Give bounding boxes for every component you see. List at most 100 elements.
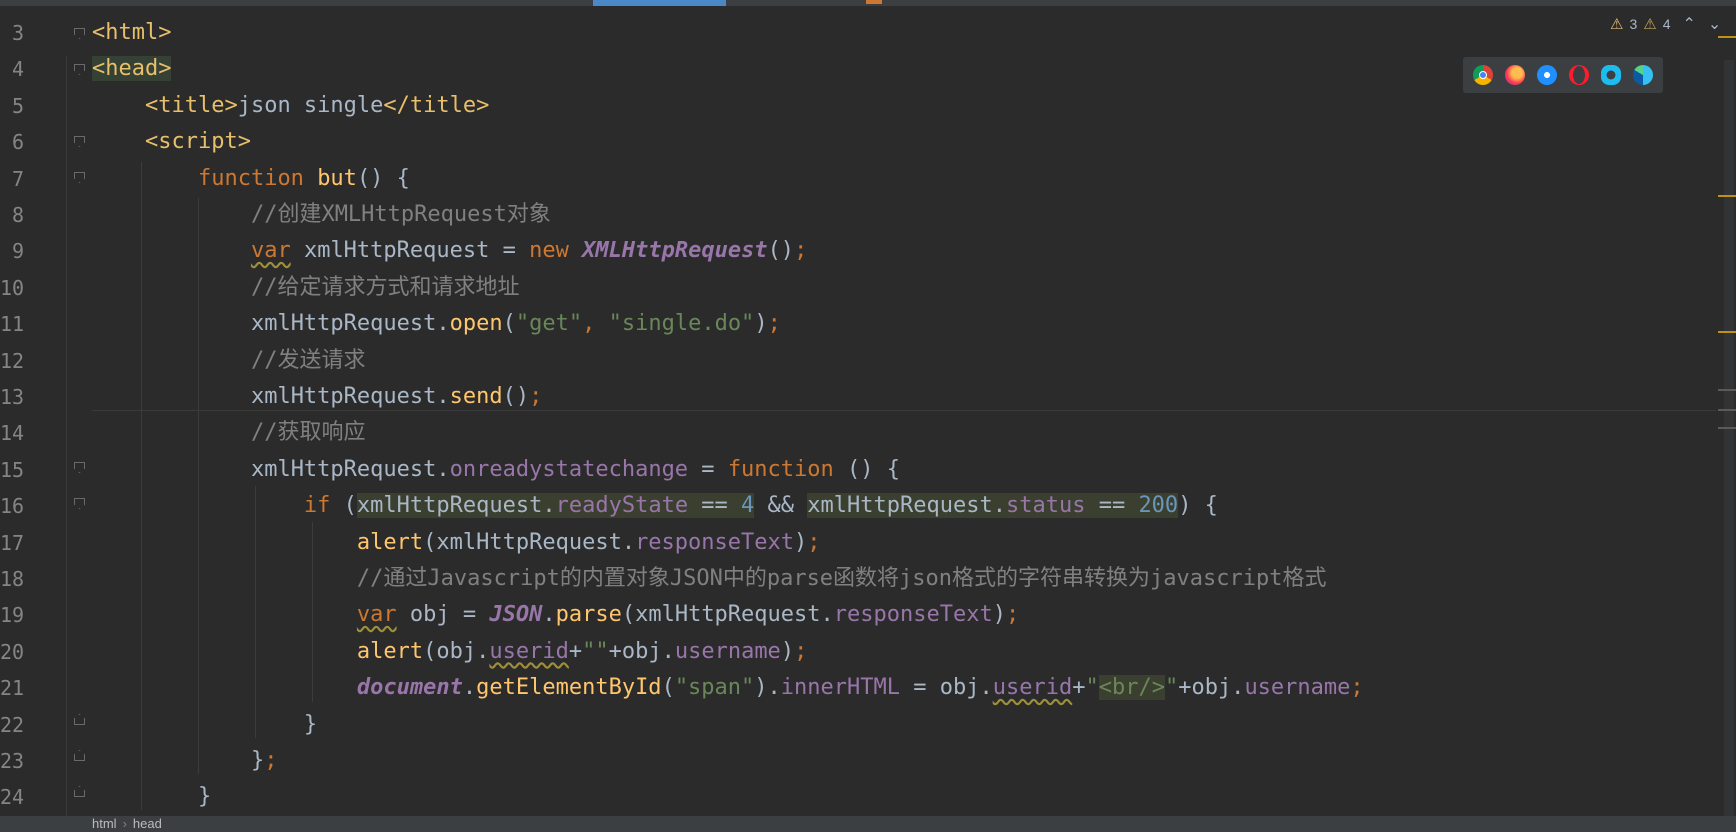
- code-token: }: [303, 711, 318, 737]
- line-number: 19: [0, 603, 25, 628]
- code-token: ;: [794, 238, 808, 264]
- chrome-icon[interactable]: [1473, 65, 1493, 85]
- code-line[interactable]: xmlHttpRequest.onreadystatechange = func…: [92, 452, 900, 488]
- code-token: xmlHttpRequest.: [356, 493, 556, 519]
- breadcrumb-item-html[interactable]: html: [92, 816, 117, 831]
- line-number: 5: [11, 93, 24, 118]
- code-token: "": [582, 638, 609, 664]
- code-token: <br/>: [1098, 675, 1165, 701]
- code-token: 200: [1138, 493, 1179, 519]
- breadcrumb-item-head[interactable]: head: [133, 816, 162, 831]
- code-token: //通过Javascript的内置对象JSON中的parse函数将json格式的…: [356, 566, 1327, 591]
- code-line[interactable]: //通过Javascript的内置对象JSON中的parse函数将json格式的…: [92, 561, 1327, 597]
- chevron-up-icon[interactable]: ⌃: [1683, 14, 1696, 34]
- code-token: innerHTML: [780, 675, 901, 701]
- code-line[interactable]: <head>: [92, 51, 172, 87]
- code-token: "span": [674, 675, 755, 701]
- code-token: =: [688, 456, 728, 482]
- code-token: 4: [741, 493, 755, 519]
- line-number: 23: [0, 749, 25, 773]
- code-token: xmlHttpRequest.: [250, 456, 450, 482]
- code-token: //发送请求: [250, 347, 366, 373]
- scroll-marker[interactable]: [1718, 36, 1736, 38]
- vertical-scrollbar[interactable]: [1724, 60, 1734, 820]
- code-token: (: [661, 675, 675, 701]
- code-token: ==: [688, 493, 742, 519]
- chevron-down-icon[interactable]: ⌄: [1708, 14, 1721, 34]
- opera-icon[interactable]: [1569, 65, 1589, 85]
- code-line[interactable]: function but() {: [92, 161, 410, 197]
- code-token: }: [197, 784, 212, 810]
- line-number: 20: [0, 639, 25, 664]
- code-token: readyState: [555, 493, 689, 519]
- code-token: <title>: [144, 92, 238, 118]
- code-line[interactable]: }: [92, 779, 211, 815]
- code-line[interactable]: xmlHttpRequest.open("get", "single.do");: [92, 306, 781, 342]
- active-editor-tab[interactable]: [593, 0, 726, 6]
- code-token: but: [317, 165, 357, 191]
- line-number: 16: [0, 494, 25, 519]
- code-line[interactable]: <title>json single</title>: [92, 88, 489, 124]
- code-token: userid: [489, 638, 569, 664]
- code-line[interactable]: //获取响应: [92, 415, 366, 451]
- code-token: = obj.: [900, 675, 993, 701]
- code-line[interactable]: xmlHttpRequest.send();: [92, 379, 542, 415]
- code-line[interactable]: };: [92, 743, 278, 779]
- inspection-widget[interactable]: ⚠ 3 ⚠ 4 ⌃ ⌄: [1610, 12, 1721, 36]
- code-line[interactable]: if (xmlHttpRequest.readyState == 4 && xm…: [92, 488, 1218, 524]
- code-line[interactable]: document.getElementById("span").innerHTM…: [92, 670, 1364, 706]
- code-token: status: [1005, 493, 1086, 519]
- scroll-marker[interactable]: [1718, 427, 1736, 429]
- code-line[interactable]: var obj = JSON.parse(xmlHttpRequest.resp…: [92, 597, 1019, 633]
- code-line[interactable]: //发送请求: [92, 343, 366, 379]
- scroll-marker[interactable]: [1718, 409, 1736, 411]
- code-token: obj =: [396, 602, 490, 628]
- safari-icon[interactable]: [1537, 65, 1557, 85]
- line-number: 18: [0, 567, 25, 591]
- scroll-marker[interactable]: [1718, 195, 1736, 197]
- code-token: alert: [356, 638, 424, 664]
- code-line[interactable]: }: [92, 707, 317, 743]
- code-line[interactable]: <html>: [92, 15, 171, 51]
- scroll-marker[interactable]: [1718, 331, 1736, 333]
- code-token: XMLHttpRequest: [582, 238, 768, 264]
- code-token: (obj.: [423, 638, 490, 664]
- line-number: 9: [11, 239, 24, 264]
- code-token: parse: [555, 602, 622, 628]
- breadcrumb-separator: ›: [122, 816, 127, 831]
- code-token: ) {: [1178, 493, 1218, 519]
- editor-tab-marker[interactable]: [866, 0, 882, 4]
- code-token: ): [754, 311, 768, 337]
- firefox-icon[interactable]: [1505, 65, 1525, 85]
- code-line[interactable]: //创建XMLHttpRequest对象: [92, 197, 551, 233]
- code-token: "get": [515, 311, 583, 337]
- code-line[interactable]: //给定请求方式和请求地址: [92, 270, 520, 306]
- code-line[interactable]: alert(xmlHttpRequest.responseText);: [92, 525, 821, 561]
- code-token: ==: [1085, 493, 1139, 519]
- code-token: ): [780, 638, 795, 664]
- scroll-marker[interactable]: [1718, 389, 1736, 391]
- code-token: <html>: [92, 20, 172, 45]
- code-token: "single.do": [608, 311, 755, 337]
- code-line[interactable]: <script>: [92, 124, 251, 160]
- code-token: ): [794, 529, 808, 555]
- code-line[interactable]: alert(obj.userid+""+obj.username);: [92, 634, 807, 670]
- code-token: function: [197, 165, 304, 191]
- edge-icon[interactable]: [1633, 65, 1653, 85]
- code-token: var: [356, 602, 397, 628]
- ie-icon[interactable]: [1601, 65, 1621, 85]
- code-line[interactable]: var xmlHttpRequest = new XMLHttpRequest(…: [92, 233, 807, 269]
- code-token: new: [529, 238, 569, 264]
- line-number: 3: [11, 21, 24, 45]
- code-token: ": [1164, 675, 1179, 701]
